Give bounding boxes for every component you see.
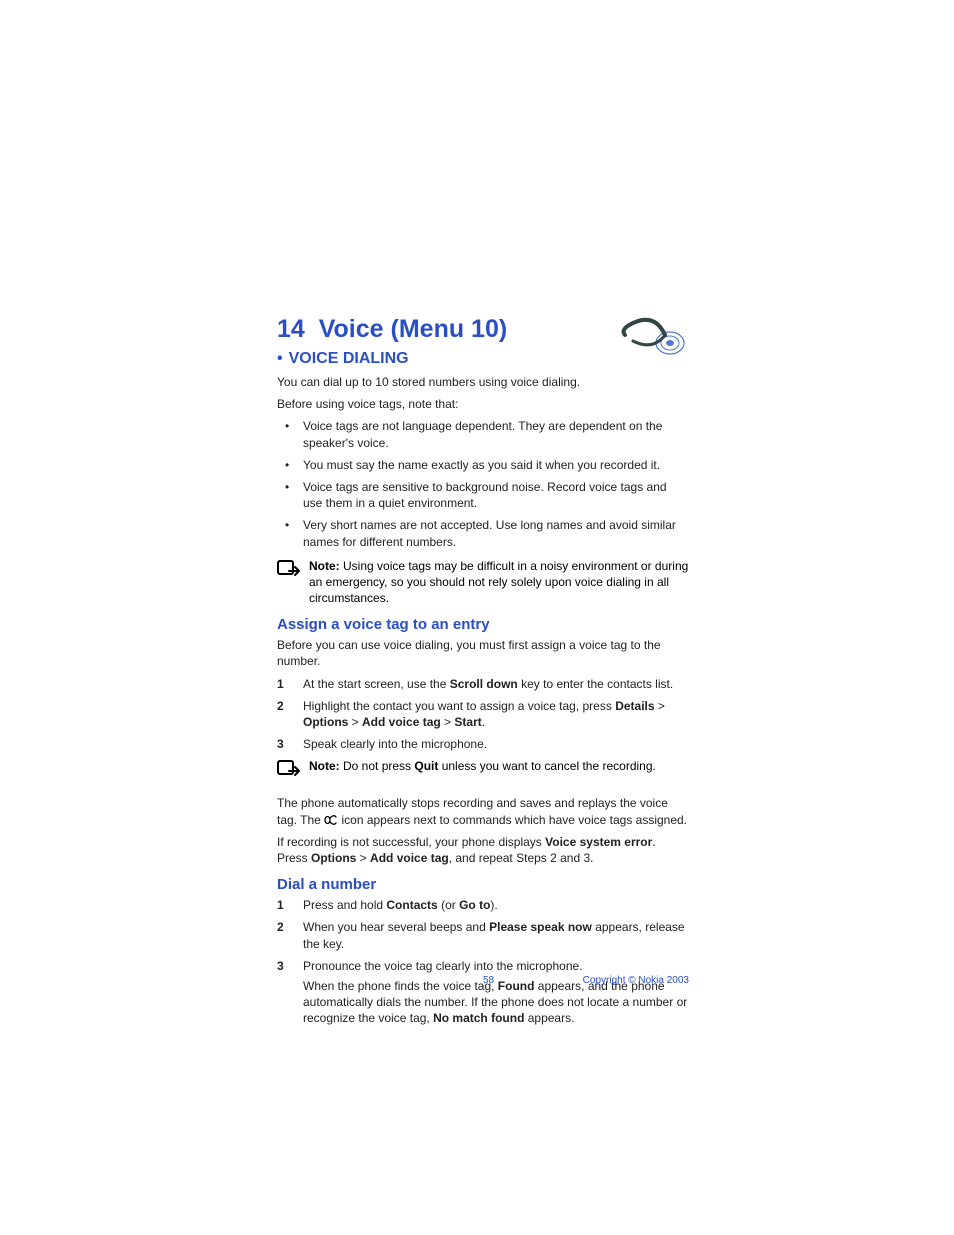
copyright-text: Copyright © Nokia 2003 <box>583 975 689 986</box>
list-item: You must say the name exactly as you sai… <box>303 457 689 473</box>
note-icon <box>277 560 301 585</box>
step-number: 3 <box>277 736 284 752</box>
chapter-graphic <box>615 315 691 355</box>
list-item: Voice tags are sensitive to background n… <box>303 479 689 511</box>
subsection-title: Dial a number <box>277 876 689 893</box>
voice-tag-icon <box>324 814 338 826</box>
list-item: Very short names are not accepted. Use l… <box>303 517 689 549</box>
section-bullet: • <box>277 350 283 367</box>
chapter-text: Voice (Menu 10) <box>319 315 507 343</box>
note-block: Note: Using voice tags may be difficult … <box>277 558 689 607</box>
intro-text-1: You can dial up to 10 stored numbers usi… <box>277 374 689 390</box>
step-item: 2 Highlight the contact you want to assi… <box>303 698 689 730</box>
subsection-lead: Before you can use voice dialing, you mu… <box>277 637 689 669</box>
step-number: 2 <box>277 919 284 935</box>
page-number: 58 <box>483 975 494 986</box>
step-item: 1 At the start screen, use the Scroll do… <box>303 676 689 692</box>
step-number: 2 <box>277 698 284 714</box>
page-content: 14 Voice (Menu 10) • VOICE DIALING You ca… <box>277 315 689 1032</box>
bullet-list: Voice tags are not language dependent. T… <box>277 418 689 549</box>
section-text: VOICE DIALING <box>289 350 409 367</box>
step-number: 1 <box>277 676 284 692</box>
body-paragraph: If recording is not successful, your pho… <box>277 834 689 866</box>
chapter-number: 14 <box>277 315 305 343</box>
step-number: 3 <box>277 958 284 974</box>
step-item: 1 Press and hold Contacts (or Go to). <box>303 897 689 913</box>
step-item: 3 Speak clearly into the microphone. <box>303 736 689 752</box>
step-number: 1 <box>277 897 284 913</box>
intro-text-2: Before using voice tags, note that: <box>277 396 689 412</box>
page-footer: 58 Copyright © Nokia 2003 <box>277 975 689 986</box>
step-item: 2 When you hear several beeps and Please… <box>303 919 689 951</box>
note-block: Note: Do not press Quit unless you want … <box>277 758 689 785</box>
list-item: Voice tags are not language dependent. T… <box>303 418 689 450</box>
step-item: 3 Pronounce the voice tag clearly into t… <box>303 958 689 1027</box>
note-text: Note: Using voice tags may be difficult … <box>309 558 689 607</box>
steps-list: 1 Press and hold Contacts (or Go to). 2 … <box>277 897 689 1026</box>
body-paragraph: The phone automatically stops recording … <box>277 795 689 827</box>
note-icon <box>277 760 301 785</box>
steps-list: 1 At the start screen, use the Scroll do… <box>277 676 689 753</box>
subsection-title: Assign a voice tag to an entry <box>277 616 689 633</box>
note-text: Note: Do not press Quit unless you want … <box>309 758 689 774</box>
